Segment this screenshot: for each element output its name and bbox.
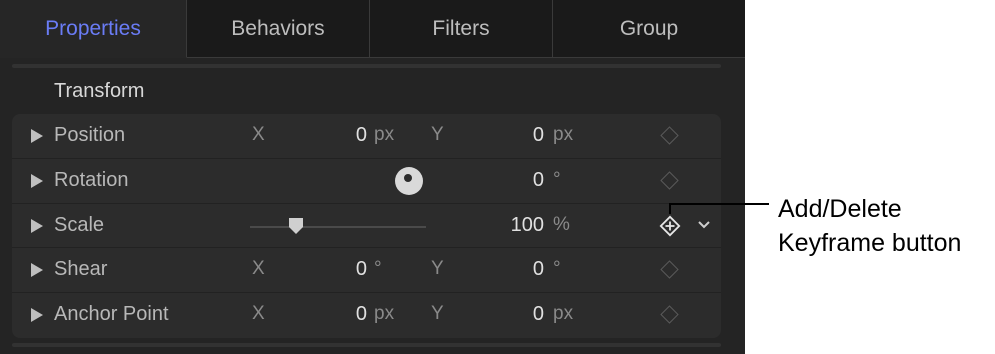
- chevron-down-icon[interactable]: [695, 216, 713, 234]
- anchor-x-value[interactable]: 0: [297, 303, 367, 326]
- add-delete-keyframe-icon[interactable]: [658, 214, 682, 238]
- keyframe-diamond-icon[interactable]: [660, 126, 679, 145]
- y-axis-label: Y: [431, 303, 444, 325]
- callout-line-2: Keyframe button: [778, 229, 962, 257]
- parameter-label: Rotation: [54, 168, 129, 191]
- transform-parameter-list: Position X 0 px Y 0 px Rotation 0 ° Scal…: [12, 114, 721, 338]
- disclosure-triangle-icon[interactable]: [31, 129, 43, 143]
- y-axis-label: Y: [431, 258, 444, 280]
- callout-leader-line: [669, 203, 769, 205]
- shear-y-value[interactable]: 0: [474, 258, 544, 281]
- inspector-panel: Properties Behaviors Filters Group Trans…: [0, 0, 745, 354]
- unit-label: %: [553, 213, 570, 235]
- parameter-label: Scale: [54, 213, 105, 236]
- disclosure-triangle-icon[interactable]: [31, 218, 43, 233]
- x-axis-label: X: [252, 258, 265, 280]
- unit-label: °: [374, 258, 382, 280]
- disclosure-triangle-icon[interactable]: [31, 263, 43, 278]
- keyframe-diamond-icon[interactable]: [660, 171, 679, 190]
- unit-label: px: [374, 124, 395, 145]
- unit-label: °: [553, 258, 561, 280]
- unit-label: °: [553, 168, 561, 190]
- tab-group[interactable]: Group: [553, 0, 745, 58]
- callout-leader-line: [669, 203, 671, 214]
- position-y-value[interactable]: 0: [474, 124, 544, 147]
- disclosure-triangle-icon[interactable]: [31, 173, 43, 188]
- x-axis-label: X: [252, 303, 265, 325]
- anchor-y-value[interactable]: 0: [474, 303, 544, 326]
- keyframe-diamond-icon[interactable]: [660, 260, 679, 280]
- callout-line-1: Add/Delete: [778, 195, 902, 223]
- unit-label: px: [374, 303, 395, 325]
- parameter-label: Shear: [54, 258, 108, 281]
- dial-indicator: [404, 173, 412, 182]
- parameter-row-scale: Scale 100 %: [12, 204, 721, 249]
- tab-filters[interactable]: Filters: [370, 0, 553, 58]
- tab-behaviors[interactable]: Behaviors: [187, 0, 370, 58]
- parameter-row-position: Position X 0 px Y 0 px: [12, 114, 721, 159]
- inspector-tab-bar: Properties Behaviors Filters Group: [0, 0, 745, 58]
- scale-value[interactable]: 100: [474, 214, 544, 237]
- parameter-row-shear: Shear X 0 ° Y 0 °: [12, 248, 721, 294]
- rotation-value[interactable]: 0: [474, 169, 544, 192]
- position-x-value[interactable]: 0: [297, 124, 367, 147]
- unit-label: px: [553, 124, 574, 145]
- rotation-dial-icon[interactable]: [395, 166, 423, 195]
- x-axis-label: X: [252, 124, 265, 145]
- divider: [12, 64, 721, 68]
- shear-x-value[interactable]: 0: [297, 258, 367, 281]
- parameter-label: Position: [54, 124, 126, 146]
- y-axis-label: Y: [431, 124, 444, 145]
- tab-properties[interactable]: Properties: [0, 0, 187, 58]
- parameter-row-rotation: Rotation 0 °: [12, 159, 721, 204]
- keyframe-diamond-icon[interactable]: [660, 305, 679, 324]
- callout-label: Add/Delete Keyframe button: [778, 192, 961, 260]
- disclosure-triangle-icon[interactable]: [31, 308, 43, 323]
- scale-slider-track[interactable]: [250, 225, 426, 228]
- divider: [12, 343, 721, 347]
- unit-label: px: [553, 303, 574, 325]
- parameter-label: Anchor Point: [54, 303, 169, 326]
- section-title: Transform: [54, 80, 145, 102]
- slider-thumb-icon[interactable]: [288, 217, 304, 235]
- parameter-row-anchor-point: Anchor Point X 0 px Y 0 px: [12, 293, 721, 338]
